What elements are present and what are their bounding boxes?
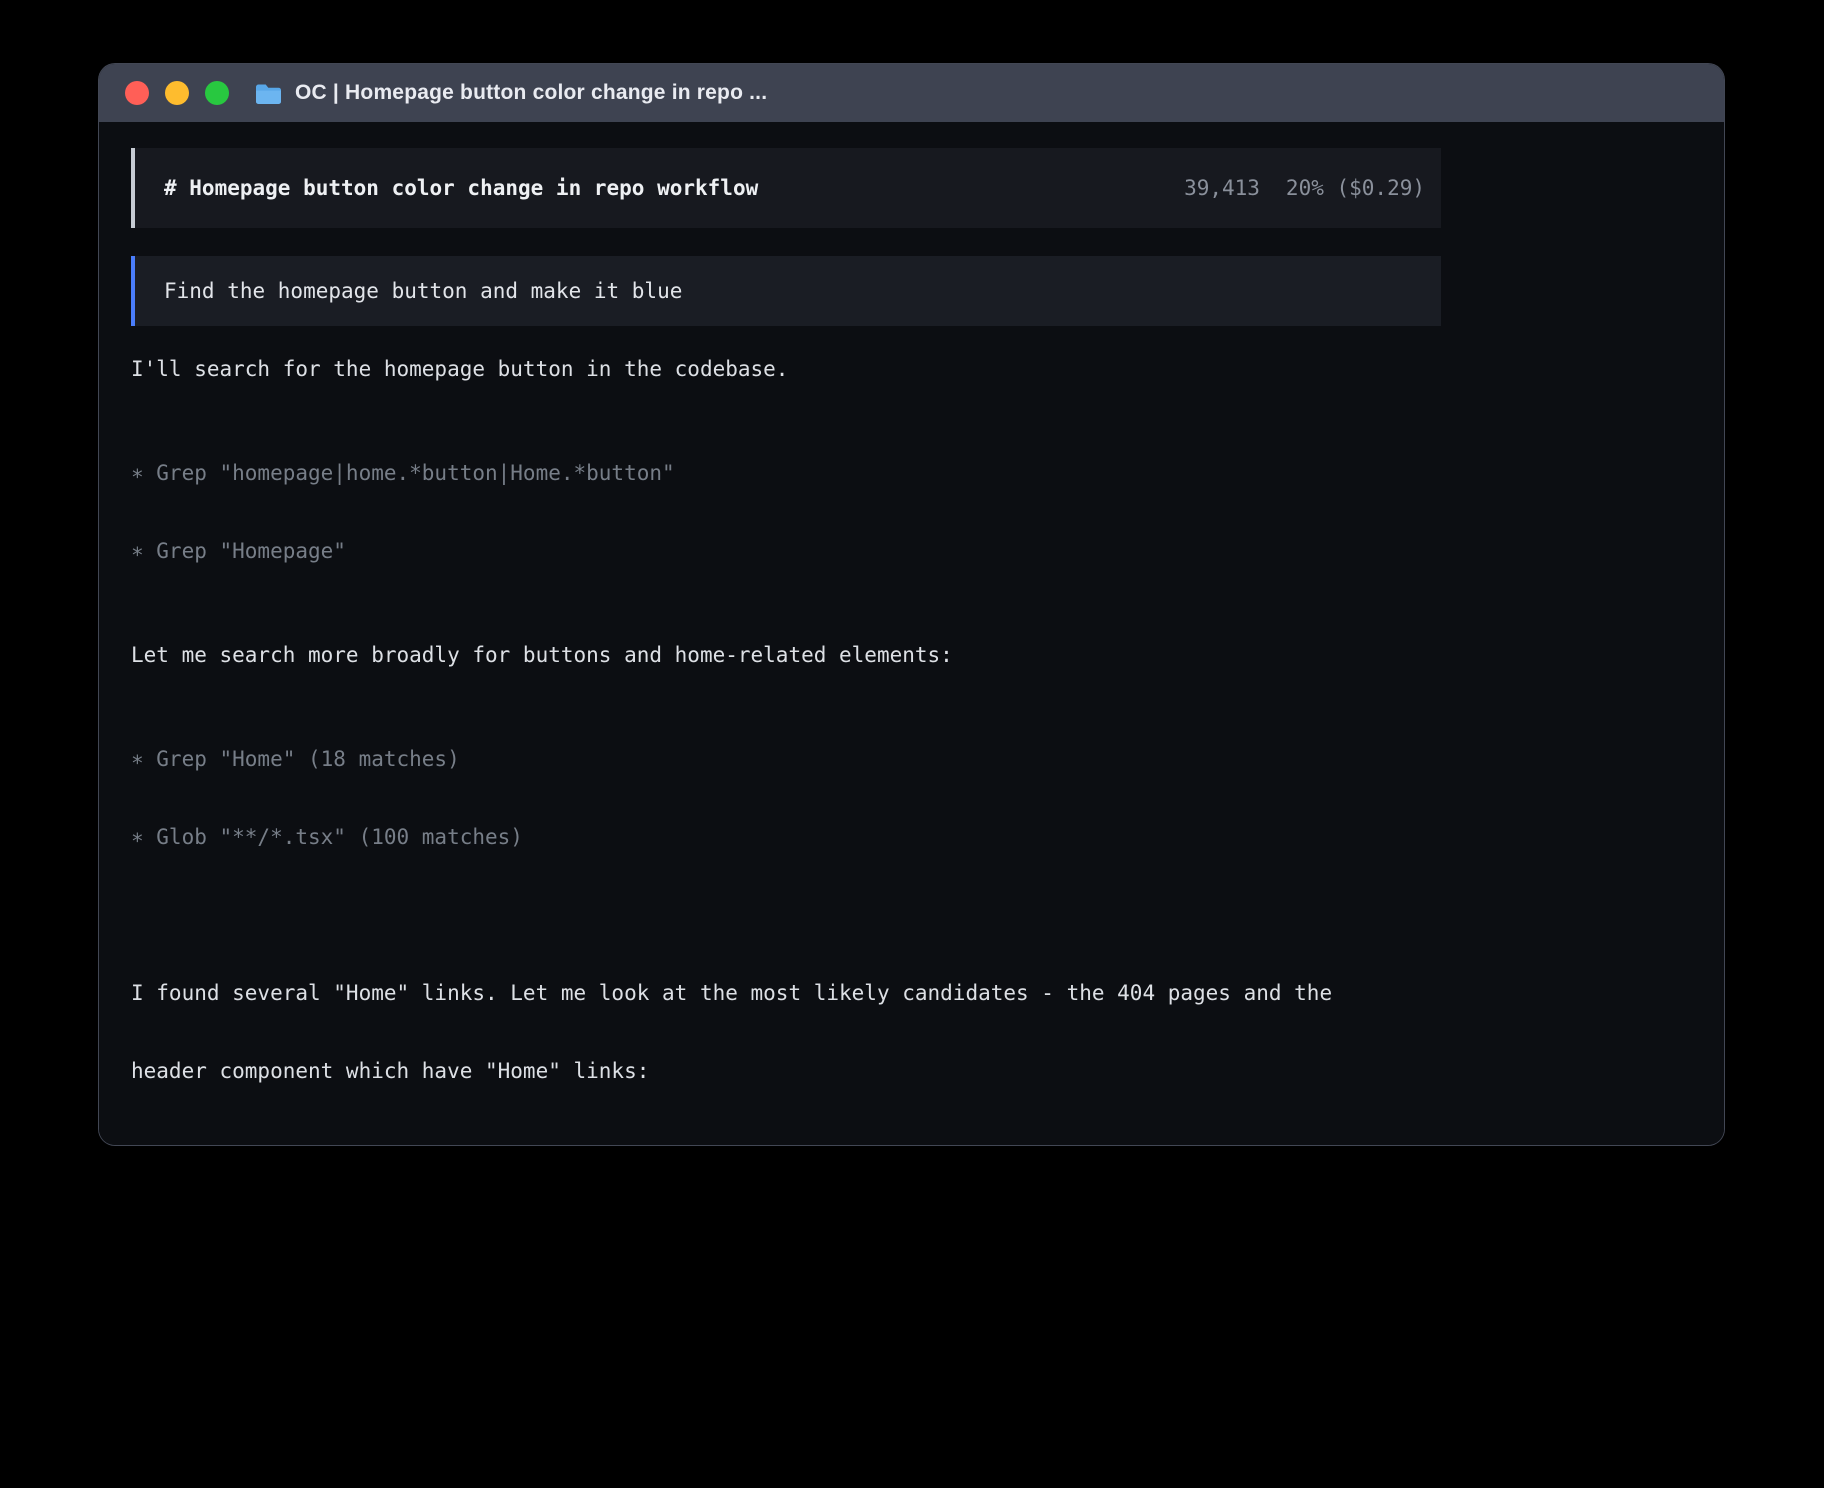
terminal-screen: # Homepage button color change in repo w… xyxy=(99,122,1724,1145)
tool-call-group: ∗ Grep "homepage|home.*button|Home.*butt… xyxy=(131,408,1441,616)
assistant-text: I'll search for the homepage button in t… xyxy=(131,356,1441,382)
traffic-lights xyxy=(125,81,229,105)
session-stats: 39,413 20% ($0.29) xyxy=(1184,176,1425,200)
tool-call-grep: ∗ Grep "Home" (18 matches) xyxy=(131,746,1441,772)
tool-call-glob: ∗ Glob "**/*.tsx" (100 matches) xyxy=(131,824,1441,850)
user-message-text: Find the homepage button and make it blu… xyxy=(164,279,682,303)
folder-icon xyxy=(255,82,282,105)
window-title: OC | Homepage button color change in rep… xyxy=(295,81,767,105)
session-header: # Homepage button color change in repo w… xyxy=(131,148,1441,228)
window-titlebar[interactable]: OC | Homepage button color change in rep… xyxy=(99,64,1724,122)
tool-call-group: ∗ Grep "Home" (18 matches) ∗ Glob "**/*.… xyxy=(131,694,1441,902)
token-count: 39,413 xyxy=(1184,176,1260,200)
assistant-text-line: I found several "Home" links. Let me loo… xyxy=(131,980,1441,1006)
tool-call-grep: ∗ Grep "Homepage" xyxy=(131,538,1441,564)
tool-call-grep: ∗ Grep "homepage|home.*button|Home.*butt… xyxy=(131,460,1441,486)
assistant-text-line: header component which have "Home" links… xyxy=(131,1058,1441,1084)
session-title: # Homepage button color change in repo w… xyxy=(164,176,758,200)
close-button[interactable] xyxy=(125,81,149,105)
session-content: # Homepage button color change in repo w… xyxy=(131,122,1441,1145)
user-message: Find the homepage button and make it blu… xyxy=(131,256,1441,326)
minimize-button[interactable] xyxy=(165,81,189,105)
terminal-window: OC | Homepage button color change in rep… xyxy=(99,64,1724,1145)
context-cost: 20% ($0.29) xyxy=(1286,176,1425,200)
assistant-text: Let me search more broadly for buttons a… xyxy=(131,642,1441,668)
zoom-button[interactable] xyxy=(205,81,229,105)
assistant-text: I found several "Home" links. Let me loo… xyxy=(131,928,1441,1136)
